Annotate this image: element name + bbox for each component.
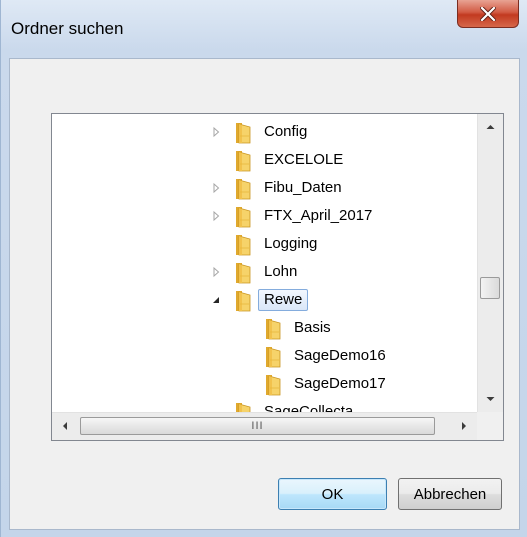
scroll-up-button[interactable] (478, 114, 503, 140)
arrow-left-icon (63, 422, 67, 430)
folder-icon (233, 122, 253, 144)
scroll-left-button[interactable] (52, 413, 78, 440)
tree-item[interactable]: SageDemo16 (52, 342, 477, 370)
arrow-right-icon (462, 422, 466, 430)
tree-item[interactable]: Rewe (52, 286, 477, 314)
tree-item-label: SageCollecta (264, 403, 354, 412)
tree-item[interactable]: Basis (52, 314, 477, 342)
cancel-button[interactable]: Abbrechen (398, 478, 502, 510)
tree-item-label: Lohn (264, 263, 298, 280)
horizontal-scroll-thumb[interactable]: III (80, 417, 435, 435)
folder-icon (263, 374, 283, 396)
collapsed-arrow-icon[interactable] (210, 182, 222, 194)
ok-button[interactable]: OK (278, 478, 387, 510)
folder-tree[interactable]: Config EXCELOLE Fibu_Daten FTX_April_2017 Lo… (51, 113, 504, 441)
folder-icon (263, 346, 283, 368)
tree-item-label: FTX_April_2017 (264, 207, 373, 224)
close-button[interactable] (457, 0, 519, 28)
vertical-scrollbar[interactable] (477, 114, 503, 412)
folder-icon (233, 290, 253, 312)
tree-item[interactable]: EXCELOLE (52, 146, 477, 174)
folder-icon (233, 150, 253, 172)
scroll-corner (477, 412, 503, 440)
tree-item[interactable]: FTX_April_2017 (52, 202, 477, 230)
folder-icon (233, 206, 253, 228)
expanded-arrow-icon[interactable] (210, 294, 222, 306)
tree-item[interactable]: Fibu_Daten (52, 174, 477, 202)
folder-icon (233, 178, 253, 200)
tree-rows: Config EXCELOLE Fibu_Daten FTX_April_2017 Lo… (52, 114, 477, 412)
folder-icon (233, 234, 253, 256)
collapsed-arrow-icon[interactable] (210, 266, 222, 278)
tree-item-label: Rewe (258, 289, 309, 311)
folder-icon (233, 402, 253, 412)
scroll-grip: III (251, 420, 264, 432)
tree-item-label: EXCELOLE (264, 151, 344, 168)
tree-item[interactable]: SageCollecta (52, 398, 477, 412)
scroll-down-button[interactable] (478, 386, 503, 412)
collapsed-arrow-icon[interactable] (210, 210, 222, 222)
collapsed-arrow-icon[interactable] (210, 126, 222, 138)
tree-item-label: Basis (294, 319, 331, 336)
folder-icon (263, 318, 283, 340)
arrow-down-icon (486, 397, 495, 401)
horizontal-scrollbar[interactable]: III (52, 412, 477, 440)
tree-item-label: Config (264, 123, 308, 140)
folder-icon (233, 262, 253, 284)
tree-item[interactable]: Logging (52, 230, 477, 258)
tree-item[interactable]: Lohn (52, 258, 477, 286)
window-title: Ordner suchen (11, 19, 124, 38)
tree-item-label: SageDemo17 (294, 375, 386, 392)
close-x-icon (480, 6, 496, 21)
tree-item-label: Fibu_Daten (264, 179, 342, 196)
dialog-window: Ordner suchen Config EXCELOLE Fibu_Daten FT… (0, 0, 527, 537)
tree-item-label: SageDemo16 (294, 347, 386, 364)
scroll-right-button[interactable] (451, 413, 477, 440)
tree-item-label: Logging (264, 235, 318, 252)
tree-item[interactable]: SageDemo17 (52, 370, 477, 398)
arrow-up-icon (486, 125, 495, 129)
vertical-scroll-thumb[interactable] (480, 277, 500, 299)
tree-item[interactable]: Config (52, 118, 477, 146)
